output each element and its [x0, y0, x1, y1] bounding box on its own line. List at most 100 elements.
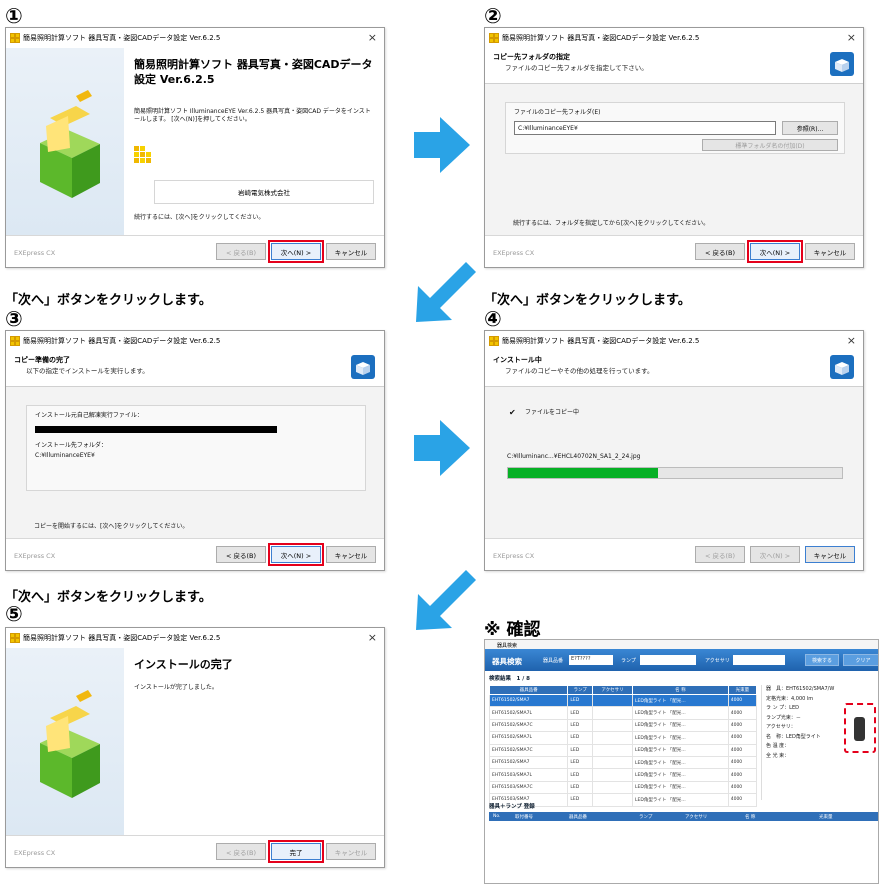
search-button[interactable]: 検索する [805, 654, 839, 666]
app-icon [489, 336, 499, 346]
brand-label: EXEpress CX [14, 552, 56, 560]
table-cell: EHT61502/SMA7 [488, 693, 569, 708]
confirm-note: ※ 確認 [484, 620, 541, 640]
table-row[interactable]: EHT61503/SMA7L LED LED角型ライト 「配光… 4000 [488, 768, 758, 782]
dialog-footer: EXEpress CX < 戻る(B) 次へ(N) > キャンセル [6, 538, 384, 570]
column-header[interactable]: 名 称 [632, 685, 729, 695]
arrow-down-left-icon [416, 262, 476, 322]
table-row[interactable]: EHT61502/SMA7L LED LED角型ライト 「配光… 4000 [488, 731, 758, 745]
lamp-input[interactable] [640, 655, 696, 665]
app-icon [489, 33, 499, 43]
table-cell: LED [567, 793, 594, 807]
welcome-side-panel [6, 648, 124, 835]
installer-box-icon [351, 355, 375, 379]
table-cell: LED [567, 780, 594, 795]
clear-button[interactable]: クリア [843, 654, 878, 666]
cancel-button[interactable]: キャンセル [326, 843, 376, 860]
brand-label: EXEpress CX [14, 249, 56, 257]
search-bar: 器具検索 器具品番 E?T???? ランプ アクセサリ 検索する クリア [485, 649, 878, 671]
caption-step-3: 「次へ」ボタンをクリックします。 [5, 590, 212, 605]
table-cell [592, 755, 633, 770]
table-row[interactable]: EHT61503/SMA7C LED LED角型ライト 「配光… 4000 [488, 780, 758, 795]
dialog-header: インストール中 ファイルのコピーやその他の処理を行っています。 [485, 351, 863, 387]
welcome-heading: 簡易照明計算ソフト 器具写真・姿図CADデータ設定 Ver.6.2.5 [134, 58, 373, 86]
table-cell: EHT61503/SMA7C [488, 780, 569, 795]
window-title: 簡易照明計算ソフト 器具写真・姿図CADデータ設定 Ver.6.2.5 [23, 337, 221, 345]
column-header[interactable]: ランプ [567, 685, 594, 695]
table-cell: LED [567, 768, 594, 782]
back-button[interactable]: < 戻る(B) [216, 843, 266, 860]
set-title: 器具＋ランプ 登録 [489, 804, 535, 810]
title-bar: 簡易照明計算ソフト 器具写真・姿図CADデータ設定 Ver.6.2.5 × [485, 331, 863, 351]
table-cell: 4000 [727, 780, 758, 795]
back-button[interactable]: < 戻る(B) [216, 243, 266, 260]
next-button[interactable]: 次へ(N) > [268, 240, 324, 263]
close-icon[interactable]: × [368, 631, 377, 644]
table-row[interactable]: EHT61502/SMA7 LED LED角型ライト 「配光… 4000 [488, 755, 758, 770]
finish-button[interactable]: 完了 [268, 840, 324, 863]
continue-text: 続行するには、フォルダを指定してから[次へ]をクリックしてください。 [513, 220, 710, 227]
step-number-1: ① [5, 4, 23, 28]
arrow-down-left-icon [416, 570, 476, 630]
header-subtitle: 以下の指定でインストールを実行します。 [26, 367, 149, 375]
add-standard-folder-button[interactable]: 標準フォルダ名の付加(D) [702, 139, 838, 151]
search-window: 器具検索 器具検索 器具品番 E?T???? ランプ アクセサリ 検索する クリ… [484, 639, 879, 884]
table-cell [592, 768, 633, 782]
cancel-button[interactable]: キャンセル [805, 546, 855, 563]
window-title: 簡易照明計算ソフト 器具写真・姿図CADデータ設定 Ver.6.2.5 [502, 337, 700, 345]
table-cell: LED角型ライト 「配光… [632, 755, 729, 770]
table-cell: 4000 [727, 793, 758, 807]
back-button[interactable]: < 戻る(B) [695, 243, 745, 260]
dialog-body: ファイルのコピー先フォルダ(E) C:¥IlluminanceEYE¥ 参照(R… [485, 84, 863, 235]
column-header[interactable]: 光束量 [727, 685, 758, 695]
title-bar: 簡易照明計算ソフト 器具写真・姿図CADデータ設定 Ver.6.2.5 [6, 331, 384, 351]
dialog-footer: EXEpress CX < 戻る(B) 完了 キャンセル [6, 835, 384, 867]
brand-label: EXEpress CX [493, 249, 535, 257]
cancel-button[interactable]: キャンセル [326, 546, 376, 563]
table-cell: LED角型ライト 「配光… [632, 793, 729, 807]
app-icon [10, 633, 20, 643]
complete-message: インストールが完了しました。 [134, 684, 218, 691]
table-cell [592, 743, 633, 757]
source-label: インストール元自己解凍実行ファイル： [35, 412, 143, 419]
dialog-header: コピー先フォルダの指定 ファイルのコピー先フォルダを指定して下さい。 [485, 48, 863, 84]
table-cell [592, 731, 633, 745]
brand-label: EXEpress CX [493, 552, 535, 560]
result-table: 器具品番 ランプ アクセサリ名 称光束量 EHT61502/SMA7 LED LED角型… [488, 685, 758, 807]
folder-path-input[interactable]: C:¥IlluminanceEYE¥ [514, 121, 776, 135]
table-cell [592, 780, 633, 795]
next-button[interactable]: 次へ(N) > [747, 240, 803, 263]
cancel-button[interactable]: キャンセル [805, 243, 855, 260]
table-row[interactable]: EHT61502/SMA7 LED LED角型ライト 「配光… 4000 [488, 693, 758, 708]
table-row[interactable]: EHT61502/SMA7C LED LED角型ライト 「配光… 4000 [488, 743, 758, 757]
table-row[interactable]: EHT61502/SMA7C LED LED角型ライト 「配光… 4000 [488, 718, 758, 733]
accessory-input[interactable] [733, 655, 785, 665]
table-cell: LED [567, 755, 594, 770]
back-button[interactable]: < 戻る(B) [695, 546, 745, 563]
installer-box-icon [40, 690, 100, 798]
dialog-footer: EXEpress CX < 戻る(B) 次へ(N) > キャンセル [6, 235, 384, 267]
set-column-header: 取付番号 [515, 815, 533, 820]
table-cell: EHT61502/SMA7L [488, 706, 569, 720]
table-cell: LED角型ライト 「配光… [632, 768, 729, 782]
column-header[interactable]: アクセサリ [592, 685, 633, 695]
next-button[interactable]: 次へ(N) > [750, 546, 800, 563]
close-icon[interactable]: × [847, 334, 856, 347]
set-column-header: 器具品番 [569, 815, 587, 820]
table-cell: EHT61503/SMA7L [488, 768, 569, 782]
window-title: 簡易照明計算ソフト 器具写真・姿図CADデータ設定 Ver.6.2.5 [502, 34, 700, 42]
close-icon[interactable]: × [847, 31, 856, 44]
close-icon[interactable]: × [368, 31, 377, 44]
table-row[interactable]: EHT61502/SMA7L LED LED角型ライト 「配光… 4000 [488, 706, 758, 720]
fixture-input[interactable]: E?T???? [569, 655, 613, 665]
header-title: コピー準備の完了 [14, 356, 70, 364]
column-header[interactable]: 器具品番 [488, 685, 569, 695]
next-button[interactable]: 次へ(N) > [268, 543, 324, 566]
cancel-button[interactable]: キャンセル [326, 243, 376, 260]
search-window-titlebar: 器具検索 [485, 640, 878, 649]
browse-button[interactable]: 参照(R)... [782, 121, 838, 135]
back-button[interactable]: < 戻る(B) [216, 546, 266, 563]
header-subtitle: ファイルのコピーやその他の処理を行っています。 [505, 367, 654, 375]
table-cell: LED [567, 706, 594, 720]
dialog-body: インストール元自己解凍実行ファイル： インストール先フォルダ： C:¥Illum… [6, 387, 384, 538]
